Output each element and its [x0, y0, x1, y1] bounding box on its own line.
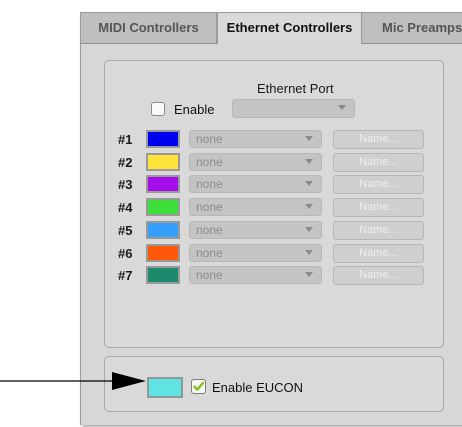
chevron-down-icon: [305, 272, 313, 277]
controller-color-swatch[interactable]: [146, 266, 180, 284]
enable-eucon-label: Enable EUCON: [212, 380, 304, 395]
controller-number: #3: [118, 177, 133, 192]
controller-device-value: none: [196, 177, 223, 191]
controller-device-value: none: [196, 268, 223, 282]
enable-eucon-checkbox[interactable]: [191, 379, 206, 394]
tab-midi-controllers[interactable]: MIDI Controllers: [81, 13, 217, 43]
chevron-down-icon: [305, 204, 313, 209]
chevron-down-icon: [305, 159, 313, 164]
tab-ethernet-controllers[interactable]: Ethernet Controllers: [217, 13, 362, 44]
enable-label: Enable: [174, 102, 215, 117]
controller-number: #7: [118, 268, 133, 283]
controller-color-swatch[interactable]: [146, 244, 180, 262]
controller-device-value: none: [196, 223, 223, 237]
chevron-down-icon: [338, 105, 346, 110]
controller-device-value: none: [196, 246, 223, 260]
controller-device-value: none: [196, 155, 223, 169]
controller-device-dropdown[interactable]: none: [189, 175, 322, 193]
controller-number: #5: [118, 223, 133, 238]
chevron-down-icon: [305, 227, 313, 232]
controller-device-dropdown[interactable]: none: [189, 221, 322, 239]
eucon-color-swatch[interactable]: [147, 377, 183, 398]
tab-bar: MIDI Controllers Ethernet Controllers Mi…: [81, 13, 462, 44]
controller-color-swatch[interactable]: [146, 221, 180, 239]
controller-number: #4: [118, 200, 133, 215]
controller-name-button[interactable]: Name...: [333, 244, 424, 263]
controller-number: #6: [118, 246, 133, 261]
tab-mic-preamps[interactable]: Mic Preamps: [362, 13, 462, 43]
controller-name-button[interactable]: Name...: [333, 175, 424, 194]
controller-number: #1: [118, 132, 133, 147]
controller-name-button[interactable]: Name...: [333, 153, 424, 172]
controller-device-value: none: [196, 200, 223, 214]
ethernet-port-label: Ethernet Port: [257, 81, 334, 96]
controller-number: #2: [118, 155, 133, 170]
controller-device-dropdown[interactable]: none: [189, 153, 322, 171]
controller-color-swatch[interactable]: [146, 153, 180, 171]
callout-arrow-icon: [0, 372, 146, 390]
controller-device-dropdown[interactable]: none: [189, 130, 322, 148]
chevron-down-icon: [305, 181, 313, 186]
chevron-down-icon: [305, 250, 313, 255]
chevron-down-icon: [305, 136, 313, 141]
controller-name-button[interactable]: Name...: [333, 266, 424, 285]
peripherals-window: MIDI Controllers Ethernet Controllers Mi…: [80, 12, 462, 425]
controller-name-button[interactable]: Name...: [333, 221, 424, 240]
controller-device-dropdown[interactable]: none: [189, 266, 322, 284]
controller-color-swatch[interactable]: [146, 130, 180, 148]
controller-device-dropdown[interactable]: none: [189, 244, 322, 262]
ethernet-port-dropdown[interactable]: [232, 99, 355, 118]
controller-name-button[interactable]: Name...: [333, 130, 424, 149]
controller-color-swatch[interactable]: [146, 198, 180, 216]
controller-name-button[interactable]: Name...: [333, 198, 424, 217]
controller-device-dropdown[interactable]: none: [189, 198, 322, 216]
checkmark-icon: [193, 381, 205, 391]
enable-checkbox[interactable]: [151, 102, 165, 116]
controller-device-value: none: [196, 132, 223, 146]
controller-color-swatch[interactable]: [146, 175, 180, 193]
